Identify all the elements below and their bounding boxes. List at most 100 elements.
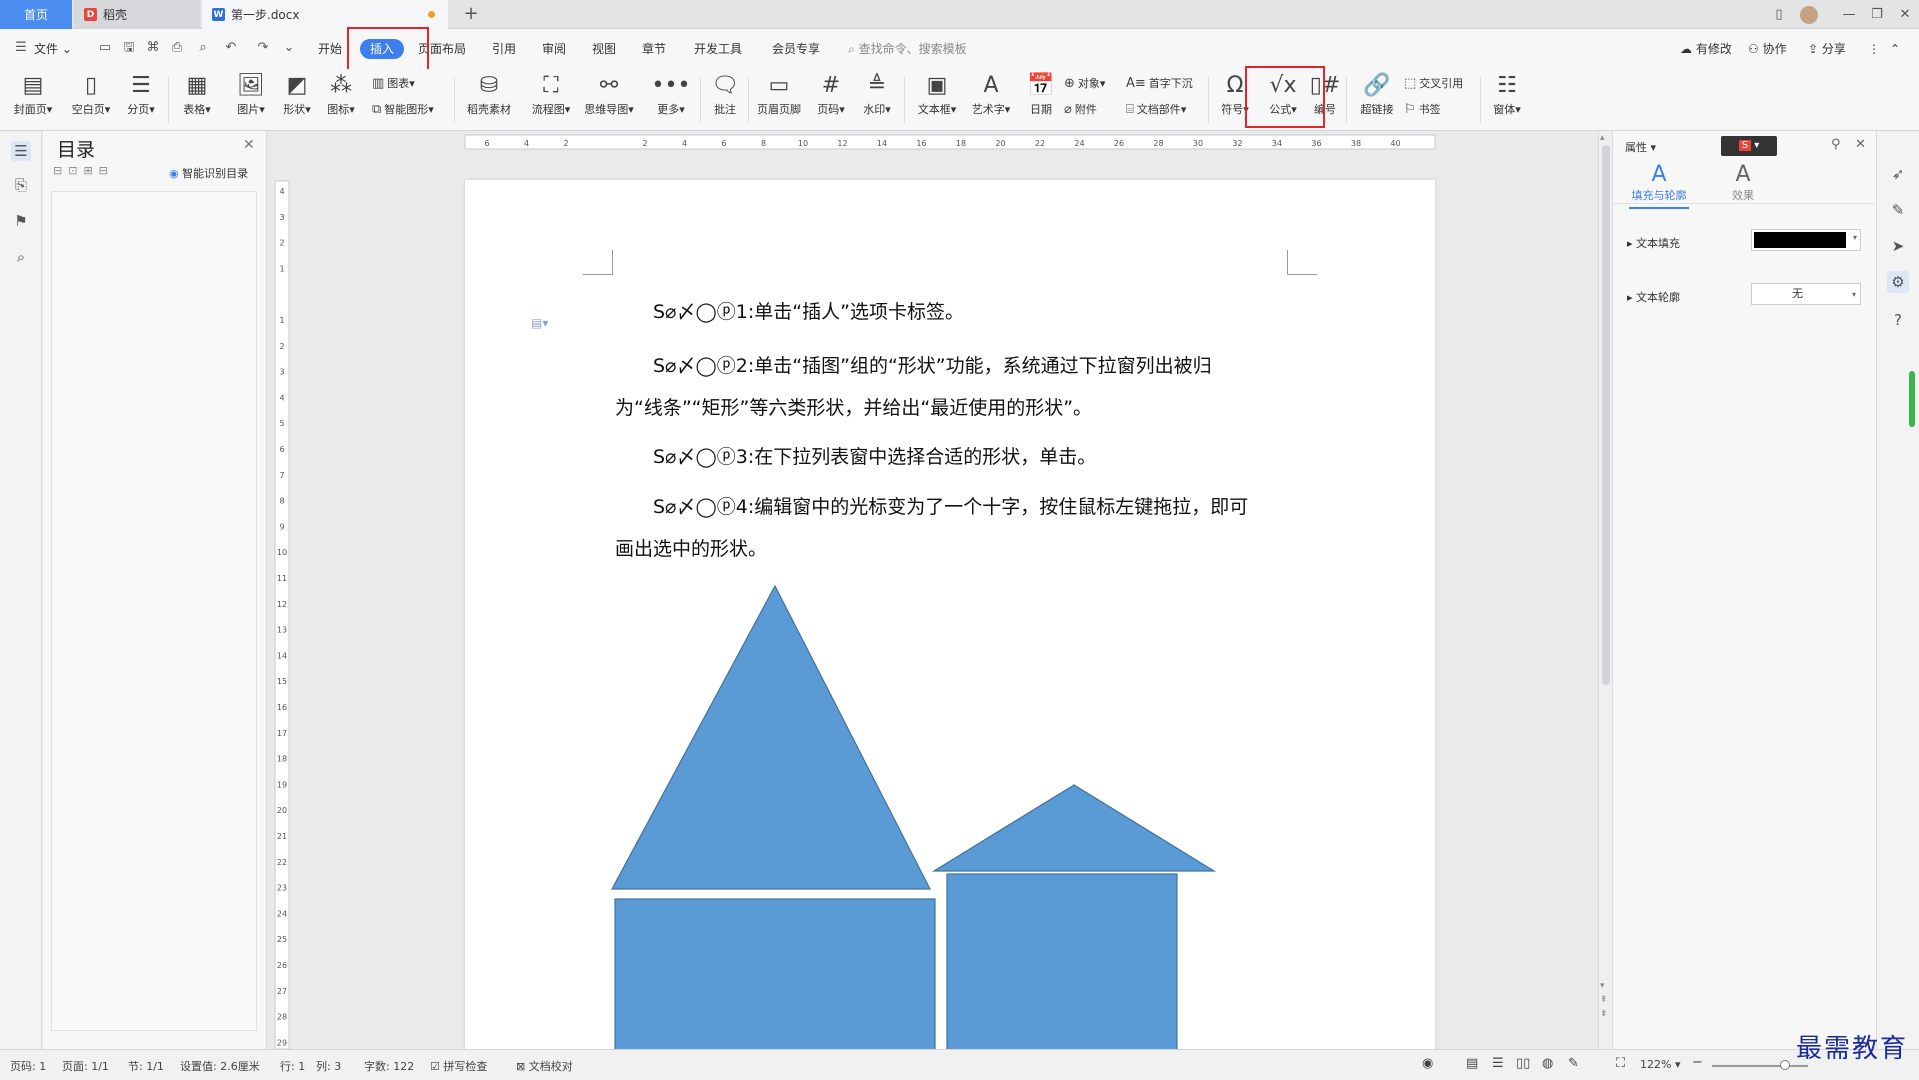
smart-toc-button[interactable]: ◉ 智能识别目录 <box>169 165 248 181</box>
tab-section[interactable]: 章节 <box>642 37 666 61</box>
rocket-icon[interactable]: ➶ <box>1887 163 1909 185</box>
page-view-icon[interactable]: ▤ <box>1466 1056 1478 1071</box>
collapse-ribbon-icon[interactable]: ⌃ <box>1890 37 1900 61</box>
restore-icon[interactable]: ❐ <box>1866 4 1888 26</box>
page-nav-icon[interactable]: ▾ ⇞ ⇟ <box>1600 979 1608 1021</box>
scroll-thumb[interactable] <box>1602 145 1610 685</box>
layout-icon[interactable]: ▯ <box>1768 4 1790 26</box>
help-icon[interactable]: ? <box>1887 309 1909 331</box>
tab-review[interactable]: 审阅 <box>542 37 566 61</box>
expand-icon[interactable]: ⊟ <box>53 164 68 177</box>
cover-page-button[interactable]: ▤ 封面页▾ <box>10 71 56 117</box>
close-panel-icon[interactable]: ✕ <box>243 137 255 153</box>
flowchart-button[interactable]: ⛶ 流程图▾ <box>528 71 574 117</box>
chart-button[interactable]: ▥ 图表 ▾ <box>372 75 415 91</box>
status-section[interactable]: 节: 1/1 <box>128 1058 164 1074</box>
watermark-button[interactable]: ≜ 水印▾ <box>854 71 900 117</box>
date-button[interactable]: 📅 日期 <box>1018 71 1064 117</box>
user-avatar[interactable] <box>1800 6 1818 24</box>
minimize-icon[interactable]: — <box>1838 4 1860 26</box>
write-view-icon[interactable]: ✎ <box>1568 1056 1579 1071</box>
file-menu[interactable]: 文件 ⌄ <box>34 37 72 61</box>
text-outline-select[interactable]: 无 ▾ <box>1751 283 1861 305</box>
format-painter-icon[interactable]: ⌘ <box>144 39 162 57</box>
redo-icon[interactable]: ↷ <box>254 39 272 57</box>
large-rectangle-shape[interactable] <box>614 898 936 1049</box>
icon-button[interactable]: ⁂ 图标▾ <box>318 71 364 117</box>
small-rectangle-shape[interactable] <box>946 873 1178 1049</box>
reading-view-icon[interactable]: ▯▯ <box>1516 1056 1530 1071</box>
chapter-nav-icon[interactable]: ⎘ <box>11 175 31 195</box>
text-fill-row[interactable]: ▸ 文本填充 <box>1627 235 1680 251</box>
tab-home[interactable]: 首页 <box>0 0 72 29</box>
collab-button[interactable]: ⚇ 协作 <box>1748 37 1787 61</box>
status-page[interactable]: 页码: 1 <box>10 1058 46 1074</box>
add-level-icon[interactable]: ⊞ <box>83 164 98 177</box>
properties-title[interactable]: 属性 ▾ <box>1625 139 1656 155</box>
shape-button[interactable]: ◩ 形状▾ <box>274 71 320 117</box>
tab-daoke[interactable]: D 稻壳 <box>74 0 200 29</box>
attachment-button[interactable]: ⌀ 附件 <box>1064 101 1097 117</box>
collapse-icon[interactable]: ⊡ <box>68 164 83 177</box>
web-view-icon[interactable]: ◍ <box>1542 1056 1553 1071</box>
tab-member[interactable]: 会员专享 <box>772 37 820 61</box>
more-button[interactable]: ••• 更多▾ <box>648 71 694 117</box>
hyperlink-button[interactable]: 🔗 超链接 <box>1354 71 1400 117</box>
docpart-button[interactable]: ⌸ 文档部件 ▾ <box>1126 101 1186 117</box>
dropcap-button[interactable]: A≡ 首字下沉 <box>1126 75 1193 91</box>
textbox-button[interactable]: ▣ 文本框▾ <box>914 71 960 117</box>
zoom-select[interactable]: 122% ▾ <box>1640 1058 1680 1071</box>
small-triangle-shape[interactable] <box>931 784 1217 872</box>
window-form-button[interactable]: ☷ 窗体▾ <box>1484 71 1530 117</box>
smartart-button[interactable]: ⧉ 智能图形 ▾ <box>372 101 434 117</box>
outline-view-icon[interactable]: ☰ <box>1492 1056 1504 1071</box>
print-icon[interactable]: ⎙ <box>168 39 186 57</box>
picture-button[interactable]: 🖼 图片▾ <box>228 71 274 117</box>
new-doc-icon[interactable]: ▭ <box>96 39 114 57</box>
properties-toggle-icon[interactable]: ⚙ <box>1887 271 1909 293</box>
comment-button[interactable]: 🗨 批注 <box>702 71 748 117</box>
close-properties-icon[interactable]: ✕ <box>1855 137 1866 152</box>
zoom-slider-handle[interactable] <box>1780 1060 1790 1070</box>
status-row[interactable]: 行: 1 <box>280 1058 305 1074</box>
share-button[interactable]: ⇪ 分享 <box>1808 37 1846 61</box>
table-button[interactable]: ▦ 表格▾ <box>174 71 220 117</box>
spell-check-button[interactable]: ☑ 拼写检查 <box>430 1058 487 1074</box>
close-window-icon[interactable]: ✕ <box>1894 4 1916 26</box>
tab-view[interactable]: 视图 <box>592 37 616 61</box>
hamburger-icon[interactable]: ☰ <box>12 39 30 57</box>
print-preview-icon[interactable]: ⌕ <box>194 39 212 57</box>
status-setting[interactable]: 设置值: 2.6厘米 <box>180 1058 260 1074</box>
fit-page-icon[interactable]: ⛶ <box>1616 1056 1625 1071</box>
object-button[interactable]: ⊕ 对象 ▾ <box>1064 75 1105 91</box>
command-search[interactable]: ⌕ 查找命令、搜索模板 <box>848 37 967 61</box>
zoom-slider[interactable] <box>1712 1065 1808 1067</box>
tab-document[interactable]: W 第一步.docx <box>202 0 448 29</box>
tab-developer[interactable]: 开发工具 <box>694 37 742 61</box>
blank-page-button[interactable]: ▯ 空白页▾ <box>68 71 114 117</box>
text-fill-color-picker[interactable]: ▾ <box>1751 229 1861 251</box>
pin-icon[interactable]: ⚲ <box>1831 137 1841 152</box>
mindmap-button[interactable]: ⚯ 思维导图▾ <box>584 71 634 117</box>
find-nav-icon[interactable]: ⌕ <box>11 247 31 267</box>
modified-button[interactable]: ☁ 有修改 <box>1680 37 1732 61</box>
document-canvas[interactable]: ▤▾ S⌀〆◯ⓟ1:单击“插人”选项卡标签。 S⌀〆◯ⓟ2:单击“插图”组的“形… <box>292 153 1598 1049</box>
pen-icon[interactable]: ✎ <box>1887 199 1909 221</box>
scroll-up-icon[interactable]: ▴ <box>1600 133 1605 143</box>
status-words[interactable]: 字数: 122 <box>364 1058 414 1074</box>
toc-nav-icon[interactable]: ☰ <box>11 141 31 161</box>
tab-references[interactable]: 引用 <box>492 37 516 61</box>
eye-protection-icon[interactable]: ◉ <box>1422 1056 1433 1071</box>
zoom-out-icon[interactable]: − <box>1692 1055 1703 1070</box>
crossref-button[interactable]: ⬚ 交叉引用 <box>1404 75 1463 91</box>
quick-access-more-icon[interactable]: ⌄ <box>280 39 298 57</box>
text-outline-row[interactable]: ▸ 文本轮廓 <box>1627 289 1680 305</box>
page-number-button[interactable]: # 页码▾ <box>808 71 854 117</box>
remove-level-icon[interactable]: ⊟ <box>99 164 114 177</box>
proofread-button[interactable]: ⊠ 文档校对 <box>516 1058 573 1074</box>
tab-start[interactable]: 开始 <box>318 37 342 61</box>
document-page[interactable]: ▤▾ S⌀〆◯ⓟ1:单击“插人”选项卡标签。 S⌀〆◯ⓟ2:单击“插图”组的“形… <box>465 180 1435 1049</box>
status-col[interactable]: 列: 3 <box>316 1058 341 1074</box>
bookmark-nav-icon[interactable]: ⚑ <box>11 211 31 231</box>
save-icon[interactable]: 🖫 <box>120 39 138 57</box>
